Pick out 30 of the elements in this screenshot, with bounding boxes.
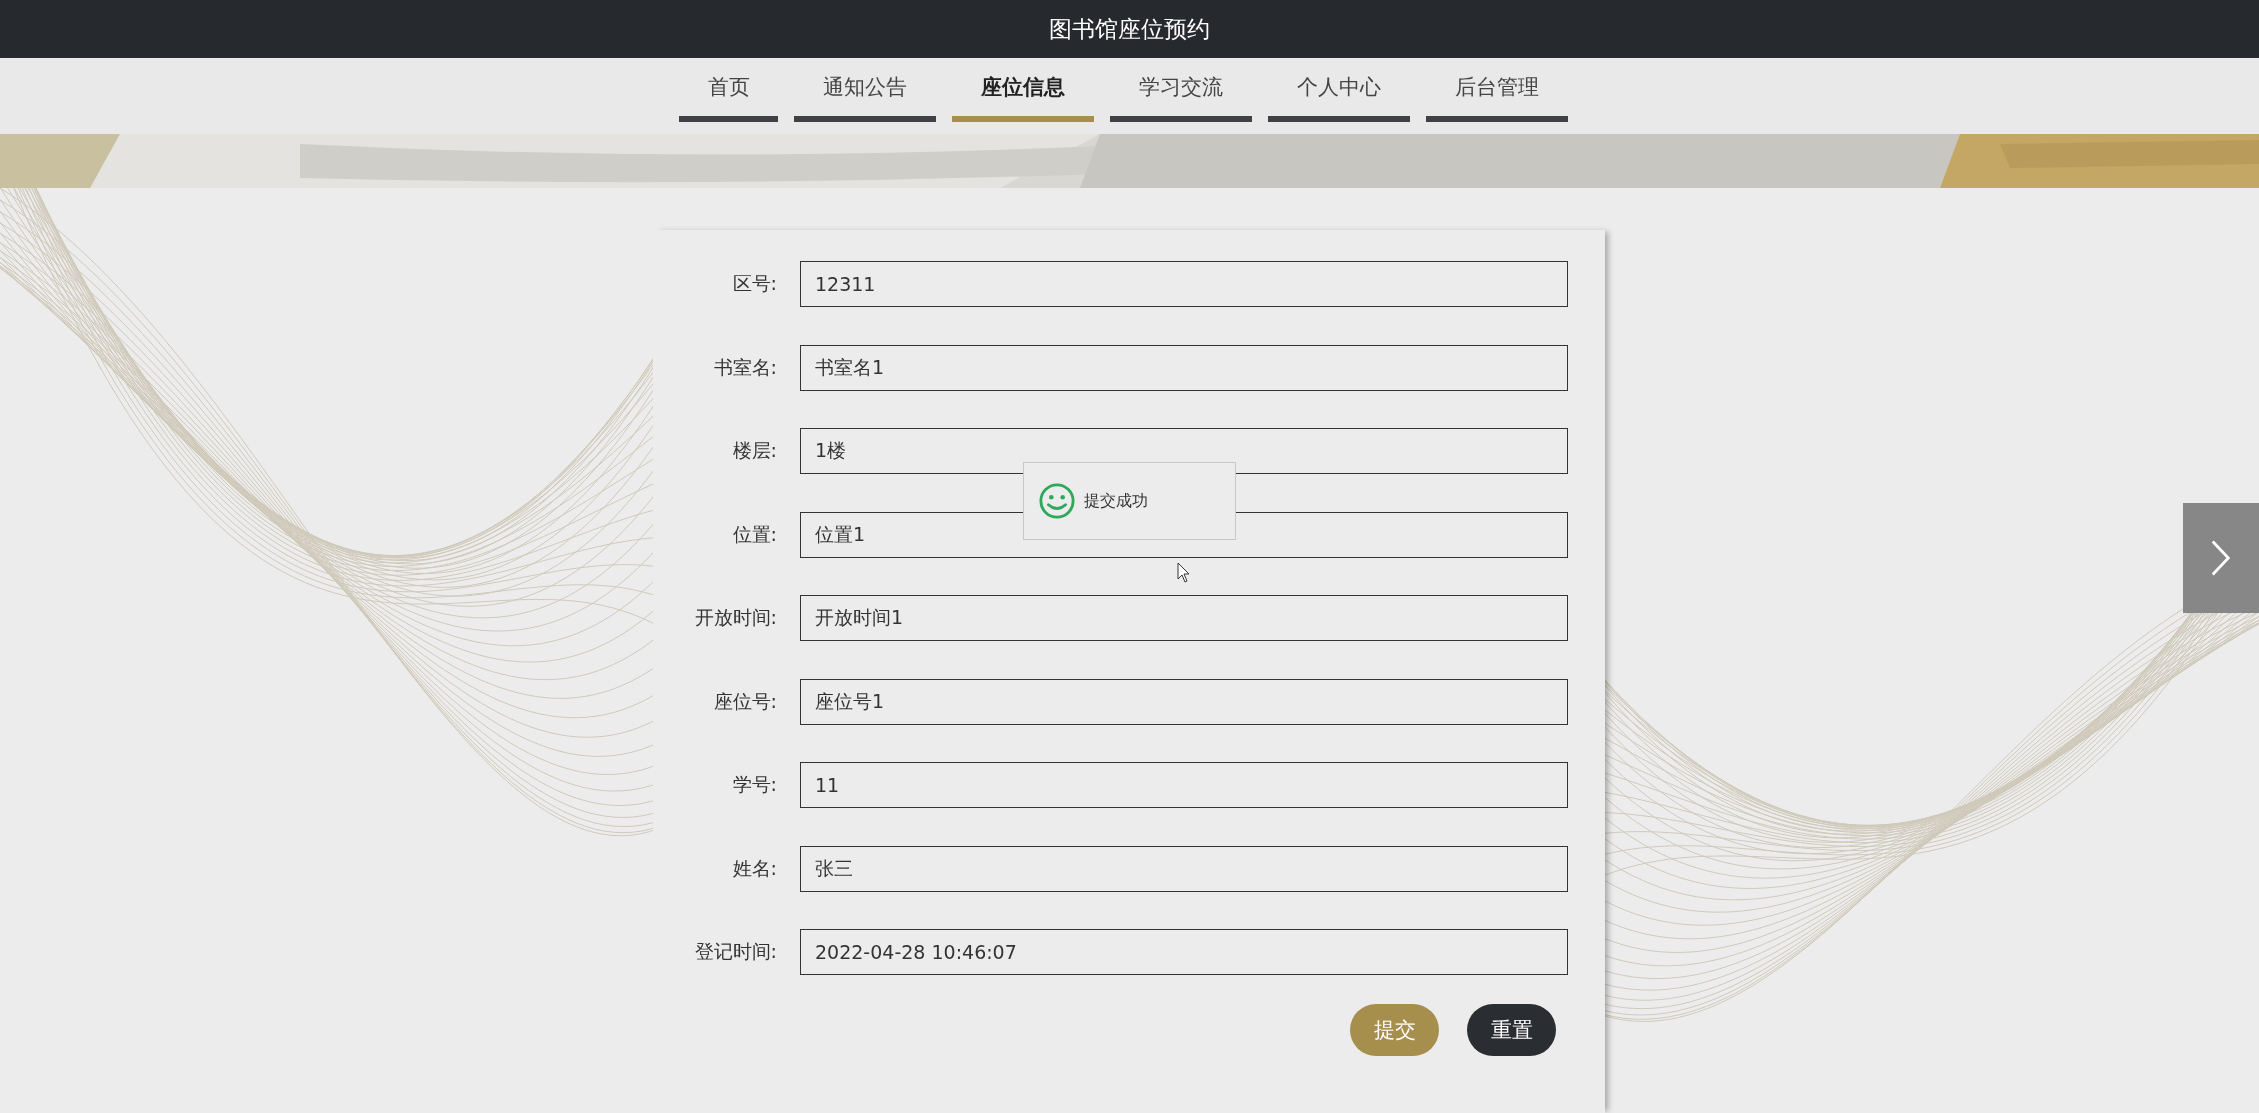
smiley-icon [1038,482,1076,520]
field-label: 楼层: [731,438,778,463]
site-title: 图书馆座位预约 [1049,14,1210,44]
chevron-right-icon [2210,539,2232,577]
nav-tab[interactable]: 学习交流 [1110,58,1252,122]
input-field[interactable]: 书室名1 [800,344,1568,391]
input-field[interactable]: 1楼 [800,428,1568,474]
nav-tab[interactable]: 个人中心 [1268,58,1410,122]
nav-tab[interactable]: 座位信息 [952,58,1094,122]
input-field[interactable]: 开放时间1 [800,595,1568,641]
field-label: 姓名: [731,855,778,881]
input-field[interactable]: 座位号1 [800,678,1568,725]
field-label: 开放时间: [693,605,778,630]
reset-button[interactable]: 重置 [1467,1003,1556,1056]
field-label: 区号: [731,271,778,296]
input-field[interactable]: 2022-04-28 10:46:07 [800,929,1568,975]
cursor-icon [1177,562,1191,584]
nav-tab[interactable]: 通知公告 [794,58,936,122]
input-field[interactable]: 12311 [800,261,1568,307]
nav-tab[interactable]: 后台管理 [1426,58,1568,122]
field-label: 座位号: [712,688,778,714]
nav-tab[interactable]: 首页 [679,58,778,122]
field-label: 书室名: [712,354,778,380]
field-label: 学号: [731,772,778,797]
toast-text: 提交成功 [1084,490,1148,512]
field-label: 登记时间: [693,939,778,964]
input-field[interactable]: 张三 [800,845,1568,892]
next-arrow-button[interactable] [2183,503,2259,613]
field-label: 位置: [731,521,778,547]
input-field[interactable]: 11 [800,762,1568,808]
